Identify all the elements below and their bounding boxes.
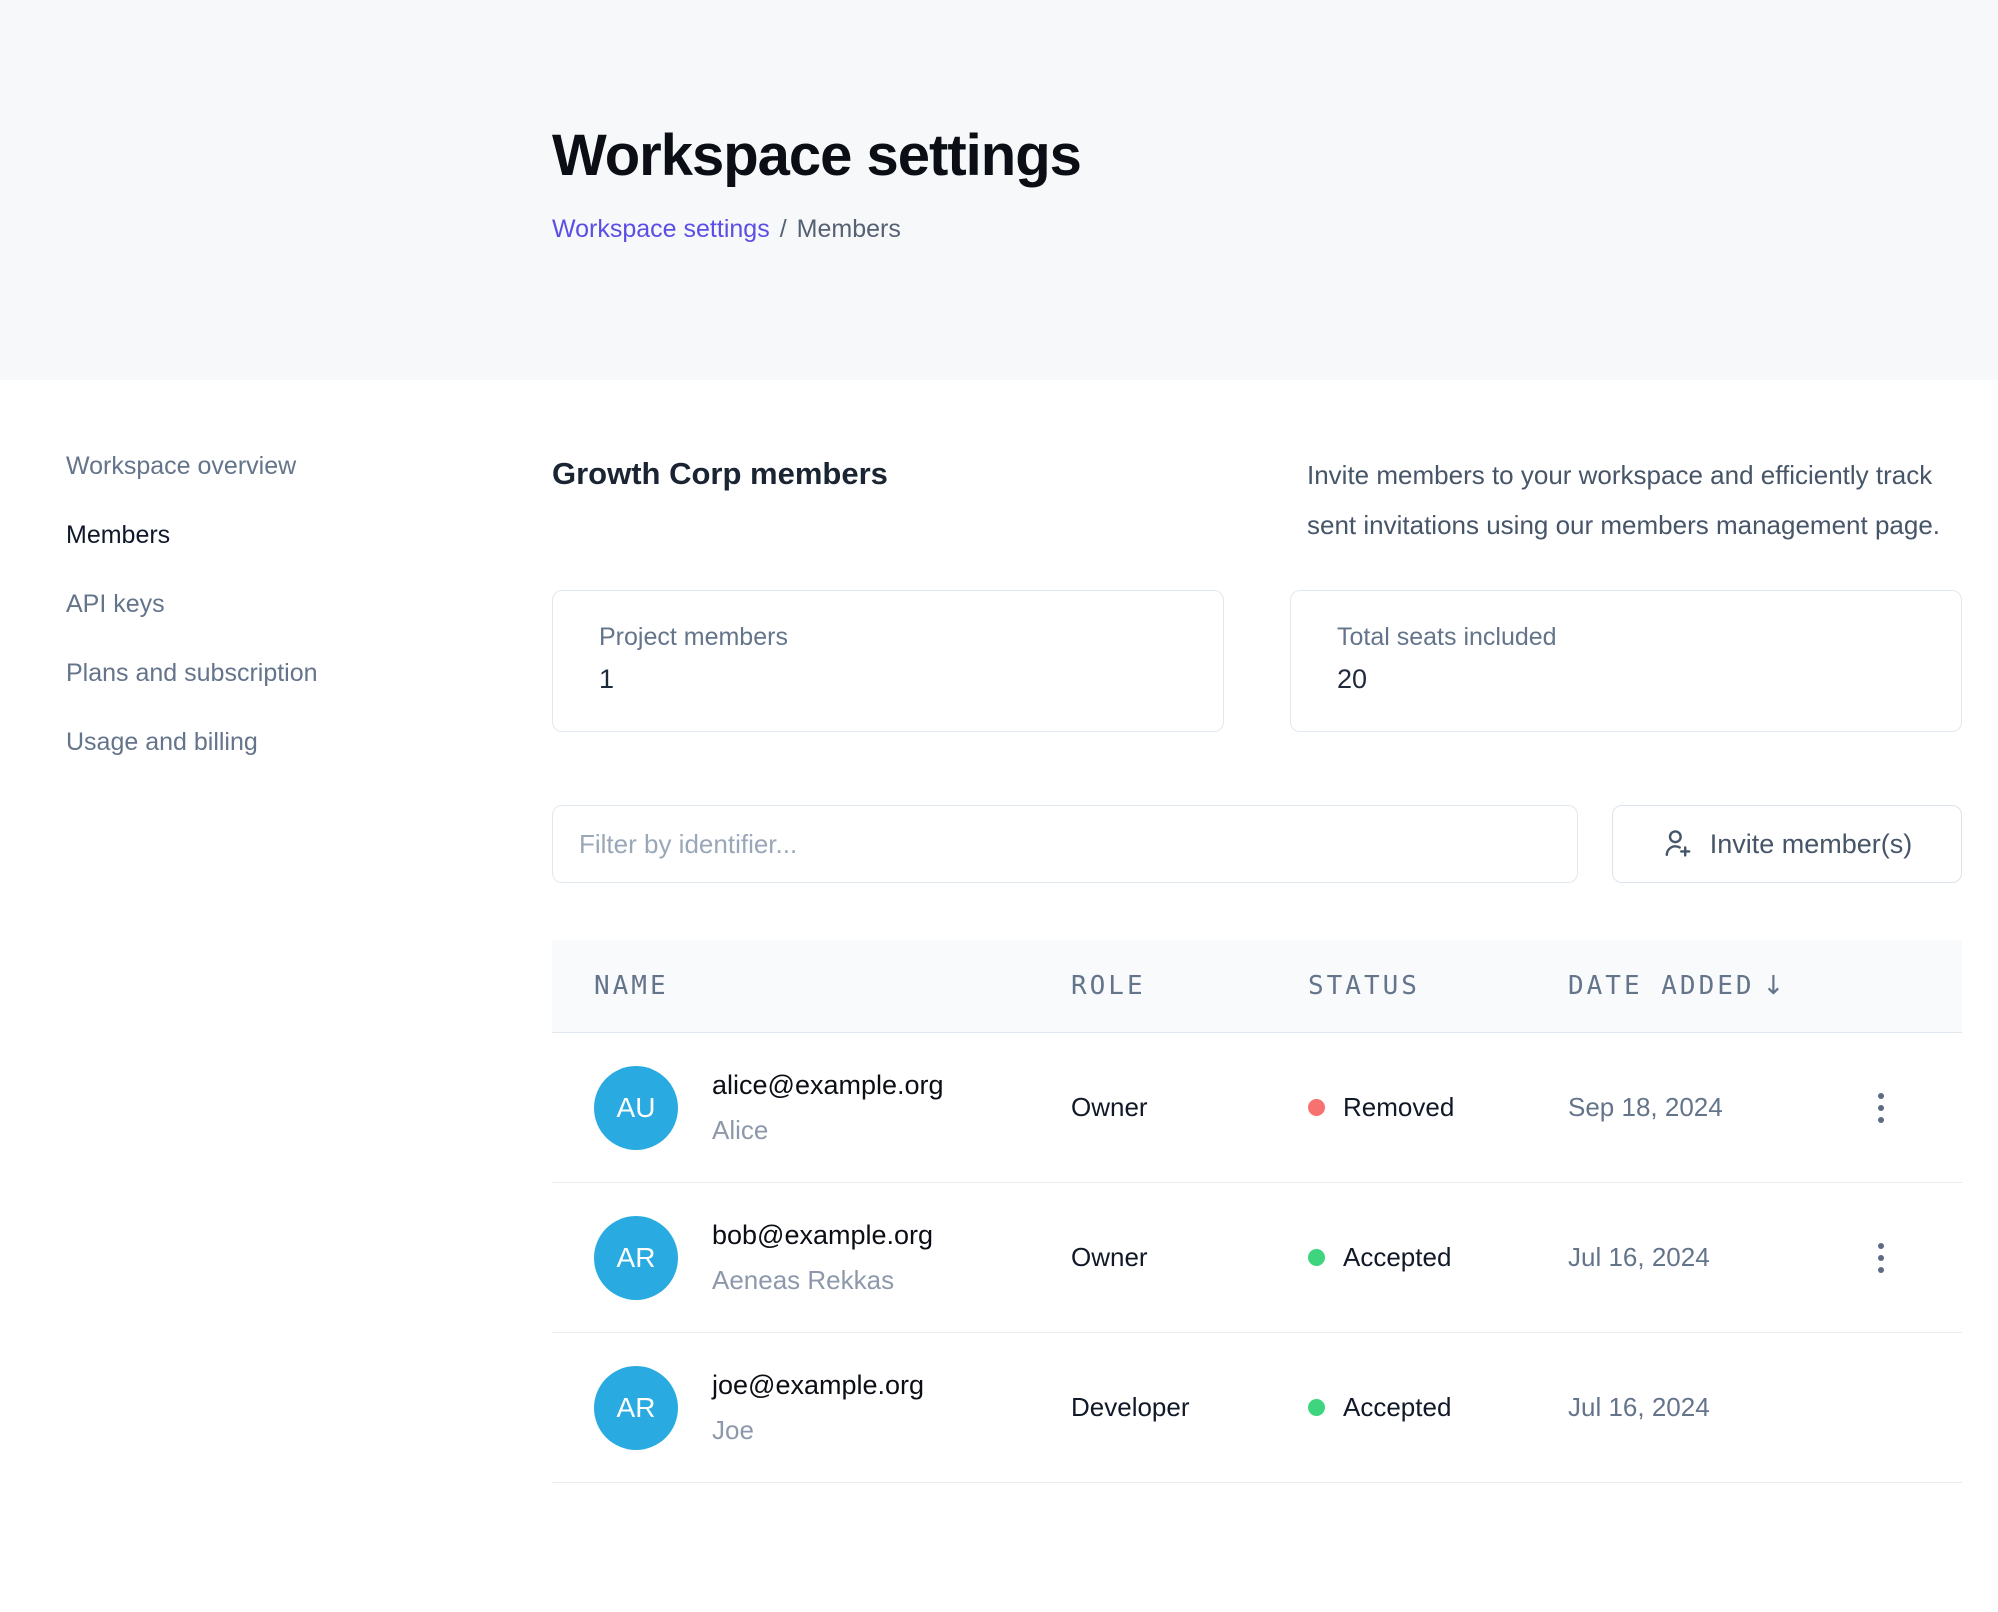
member-date-added: Jul 16, 2024 xyxy=(1568,1392,1872,1423)
stat-card-total-seats: Total seats included 20 xyxy=(1290,590,1962,732)
status-badge: Accepted xyxy=(1343,1392,1451,1423)
member-date-added: Jul 16, 2024 xyxy=(1568,1242,1872,1273)
person-plus-icon xyxy=(1662,828,1694,860)
member-date-added: Sep 18, 2024 xyxy=(1568,1092,1872,1123)
member-email: joe@example.org xyxy=(712,1370,924,1401)
table-row: AU alice@example.org Alice Owner Removed… xyxy=(552,1033,1962,1183)
page-title: Workspace settings xyxy=(552,122,1998,189)
breadcrumb-link-workspace-settings[interactable]: Workspace settings xyxy=(552,215,770,243)
avatar: AR xyxy=(594,1216,678,1300)
stat-value: 1 xyxy=(599,664,1177,695)
stat-label: Total seats included xyxy=(1337,623,1915,652)
breadcrumb-current: Members xyxy=(797,215,901,243)
status-badge: Accepted xyxy=(1343,1242,1451,1273)
breadcrumb-separator: / xyxy=(780,215,787,243)
page-header: Workspace settings Workspace settings / Me… xyxy=(0,0,1998,380)
row-actions-menu-icon[interactable] xyxy=(1870,1085,1892,1131)
column-header-date-added[interactable]: DATE ADDED↓ xyxy=(1568,971,1872,1001)
member-role: Owner xyxy=(1071,1092,1308,1123)
status-dot xyxy=(1308,1399,1325,1416)
status-badge: Removed xyxy=(1343,1092,1454,1123)
sidebar-item-plans-and-subscription[interactable]: Plans and subscription xyxy=(66,659,318,688)
row-actions-menu-icon[interactable] xyxy=(1870,1235,1892,1281)
column-header-role: ROLE xyxy=(1071,971,1308,1001)
invite-members-button[interactable]: Invite member(s) xyxy=(1612,805,1962,883)
filter-input[interactable] xyxy=(552,805,1578,883)
table-row: AR joe@example.org Joe Developer Accepte… xyxy=(552,1333,1962,1483)
member-role: Developer xyxy=(1071,1392,1308,1423)
column-header-status: STATUS xyxy=(1308,971,1568,1001)
member-role: Owner xyxy=(1071,1242,1308,1273)
settings-sidebar: Workspace overview Members API keys Plan… xyxy=(0,380,552,1483)
avatar: AU xyxy=(594,1066,678,1150)
stats-row: Project members 1 Total seats included 2… xyxy=(552,590,1962,732)
sort-descending-icon: ↓ xyxy=(1763,971,1785,1001)
stat-value: 20 xyxy=(1337,664,1915,695)
breadcrumb: Workspace settings / Members xyxy=(552,215,1998,244)
member-name: Joe xyxy=(712,1415,924,1446)
status-dot xyxy=(1308,1249,1325,1266)
section-heading: Growth Corp members xyxy=(552,450,888,492)
sidebar-item-api-keys[interactable]: API keys xyxy=(66,590,165,619)
sidebar-item-members[interactable]: Members xyxy=(66,521,170,550)
member-name: Alice xyxy=(712,1115,944,1146)
sidebar-item-usage-and-billing[interactable]: Usage and billing xyxy=(66,728,258,757)
member-email: bob@example.org xyxy=(712,1220,933,1251)
section-description: Invite members to your workspace and eff… xyxy=(1307,450,1962,550)
invite-members-label: Invite member(s) xyxy=(1710,829,1913,860)
member-email: alice@example.org xyxy=(712,1070,944,1101)
avatar: AR xyxy=(594,1366,678,1450)
members-panel: Growth Corp members Invite members to yo… xyxy=(552,380,1962,1483)
column-header-name: NAME xyxy=(594,971,1071,1001)
table-row: AR bob@example.org Aeneas Rekkas Owner A… xyxy=(552,1183,1962,1333)
sidebar-item-workspace-overview[interactable]: Workspace overview xyxy=(66,452,296,481)
members-table: NAME ROLE STATUS DATE ADDED↓ AU alice@ex… xyxy=(552,940,1962,1483)
table-header-row: NAME ROLE STATUS DATE ADDED↓ xyxy=(552,940,1962,1033)
stat-card-project-members: Project members 1 xyxy=(552,590,1224,732)
status-dot xyxy=(1308,1099,1325,1116)
member-name: Aeneas Rekkas xyxy=(712,1265,933,1296)
stat-label: Project members xyxy=(599,623,1177,652)
